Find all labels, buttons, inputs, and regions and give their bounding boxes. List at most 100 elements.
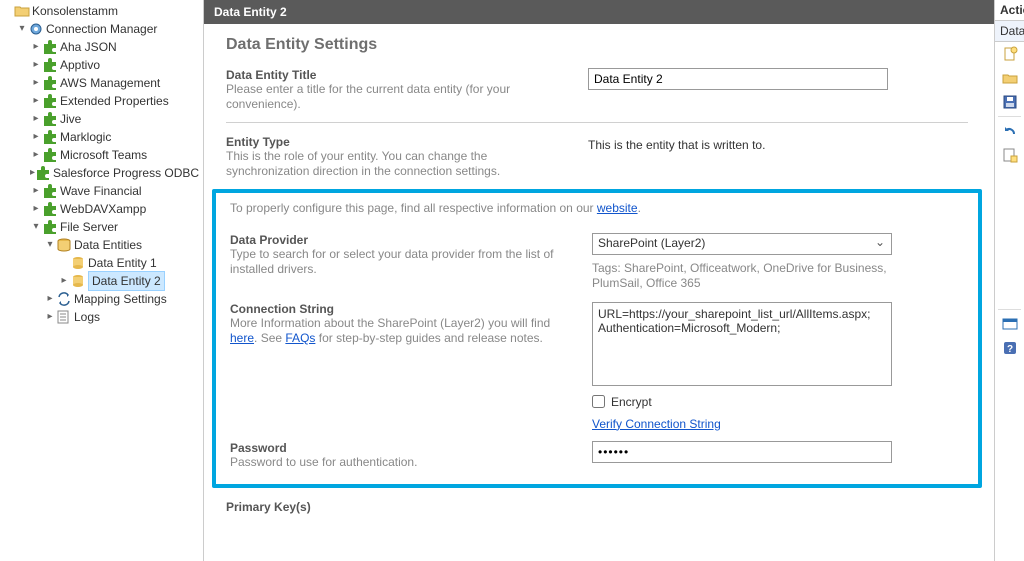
- tree-label: Extended Properties: [60, 92, 169, 110]
- here-link[interactable]: here: [230, 331, 254, 345]
- tree-label: Salesforce Progress ODBC: [53, 164, 199, 182]
- puzzle-icon: [42, 93, 58, 109]
- tree-label: WebDAVXampp: [60, 200, 146, 218]
- action-help[interactable]: ?: [995, 336, 1024, 360]
- expander-icon[interactable]: ▸: [30, 38, 42, 56]
- field-description: More Information about the SharePoint (L…: [230, 316, 574, 346]
- puzzle-icon: [42, 219, 58, 235]
- separator: [998, 116, 1021, 117]
- page-title-bar: Data Entity 2: [204, 0, 994, 24]
- field-description: Password to use for authentication.: [230, 455, 574, 470]
- action-properties[interactable]: [995, 143, 1024, 167]
- action-save[interactable]: [995, 90, 1024, 114]
- tree-root[interactable]: ▸ Konsolenstamm: [2, 2, 203, 20]
- field-description: Type to search for or select your data p…: [230, 247, 574, 277]
- encrypt-checkbox[interactable]: [592, 395, 605, 408]
- tree-item[interactable]: ▸Wave Financial: [30, 182, 203, 200]
- desc-part: . See: [254, 331, 285, 345]
- encrypt-label: Encrypt: [611, 395, 652, 409]
- field-label: Entity Type: [226, 135, 570, 149]
- expander-icon[interactable]: ▸: [30, 74, 42, 92]
- tree-label: Jive: [60, 110, 81, 128]
- tree-connection-manager[interactable]: ▾ Connection Manager: [16, 20, 203, 38]
- expander-icon[interactable]: ▾: [16, 20, 28, 38]
- verify-connection-link[interactable]: Verify Connection String: [592, 417, 721, 431]
- tree-label: Logs: [74, 308, 100, 326]
- row-primary-keys: Primary Key(s): [226, 500, 968, 514]
- tree-item[interactable]: ▸ Jive: [30, 110, 203, 128]
- puzzle-icon: [42, 183, 58, 199]
- puzzle-icon: [42, 57, 58, 73]
- tree-label: Marklogic: [60, 128, 111, 146]
- properties-icon: [1002, 147, 1018, 163]
- entity-title-input[interactable]: [588, 68, 888, 90]
- content-area[interactable]: Data Entity Settings Data Entity Title P…: [204, 24, 994, 561]
- database-icon: [70, 255, 86, 271]
- expander-icon[interactable]: ▾: [30, 218, 42, 236]
- row-connection-string: Connection String More Information about…: [230, 302, 964, 431]
- puzzle-icon: [42, 201, 58, 217]
- expander-icon[interactable]: ▸: [30, 146, 42, 164]
- gear-icon: [28, 21, 44, 37]
- section-title: Data Entity Settings: [226, 36, 968, 54]
- field-label: Connection String: [230, 302, 574, 316]
- expander-icon[interactable]: ▸: [30, 56, 42, 74]
- tree-label: Data Entity 2: [88, 271, 165, 291]
- action-open[interactable]: [995, 66, 1024, 90]
- help-icon: ?: [1002, 340, 1018, 356]
- folder-open-icon: [1002, 70, 1018, 86]
- database-stack-icon: [56, 237, 72, 253]
- tree-label: Konsolenstamm: [32, 2, 118, 20]
- field-label: Data Provider: [230, 233, 574, 247]
- expander-icon[interactable]: ▸: [58, 272, 70, 290]
- select-value: SharePoint (Layer2): [598, 236, 705, 250]
- expander-icon[interactable]: ▸: [30, 92, 42, 110]
- divider: [226, 122, 968, 123]
- expander-icon[interactable]: ▸: [30, 110, 42, 128]
- expander-icon[interactable]: ▸: [44, 290, 56, 308]
- action-new[interactable]: [995, 42, 1024, 66]
- expander-icon[interactable]: ▾: [44, 236, 56, 254]
- tree-item[interactable]: ▸Salesforce Progress ODBC: [30, 164, 203, 182]
- expander-icon[interactable]: ▸: [30, 200, 42, 218]
- actions-sub: Data Entity 2: [995, 21, 1024, 42]
- expander-icon[interactable]: ▸: [30, 128, 42, 146]
- expander-icon[interactable]: ▸: [44, 308, 56, 326]
- puzzle-icon: [42, 75, 58, 91]
- tree-item[interactable]: ▸ WebDAVXampp: [30, 200, 203, 218]
- tree-label: Connection Manager: [46, 20, 157, 38]
- provider-tags: Tags: SharePoint, Officeatwork, OneDrive…: [592, 261, 892, 292]
- tree-item[interactable]: ▸ Extended Properties: [30, 92, 203, 110]
- row-title: Data Entity Title Please enter a title f…: [226, 68, 968, 112]
- website-link[interactable]: website: [597, 201, 638, 215]
- field-label: Primary Key(s): [226, 500, 570, 514]
- tree-item[interactable]: ▸ Marklogic: [30, 128, 203, 146]
- tree-item[interactable]: ▸ Microsoft Teams: [30, 146, 203, 164]
- row-provider: Data Provider Type to search for or sele…: [230, 233, 964, 292]
- connection-string-input[interactable]: [592, 302, 892, 386]
- action-view[interactable]: [995, 312, 1024, 336]
- action-undo[interactable]: [995, 119, 1024, 143]
- data-provider-select[interactable]: SharePoint (Layer2): [592, 233, 892, 255]
- tree-mapping-settings[interactable]: ▸Mapping Settings: [44, 290, 203, 308]
- tree-data-entity-2[interactable]: ▸ Data Entity 2: [58, 272, 203, 290]
- faqs-link[interactable]: FAQs: [285, 331, 315, 345]
- tree-label: Microsoft Teams: [60, 146, 147, 164]
- tree-data-entities[interactable]: ▾Data Entities: [44, 236, 203, 254]
- field-label: Data Entity Title: [226, 68, 570, 82]
- tree-data-entity-1[interactable]: ▸Data Entity 1: [58, 254, 203, 272]
- expander-icon[interactable]: ▸: [30, 182, 42, 200]
- tree-item[interactable]: ▸AWS Management: [30, 74, 203, 92]
- encrypt-row: Encrypt: [592, 395, 964, 409]
- tree-item[interactable]: ▸Apptivo: [30, 56, 203, 74]
- tree-logs[interactable]: ▸ Logs: [44, 308, 203, 326]
- tree-item-file-server[interactable]: ▾File Server: [30, 218, 203, 236]
- field-description: This is the role of your entity. You can…: [226, 149, 570, 179]
- password-input[interactable]: [592, 441, 892, 463]
- tree-item[interactable]: ▸Aha JSON: [30, 38, 203, 56]
- new-icon: [1002, 46, 1018, 62]
- undo-icon: [1002, 123, 1018, 139]
- view-icon: [1002, 316, 1018, 332]
- row-entity-type: Entity Type This is the role of your ent…: [226, 135, 968, 179]
- navigation-tree: ▸ Konsolenstamm ▾ Connection Manager ▸Ah…: [0, 0, 204, 561]
